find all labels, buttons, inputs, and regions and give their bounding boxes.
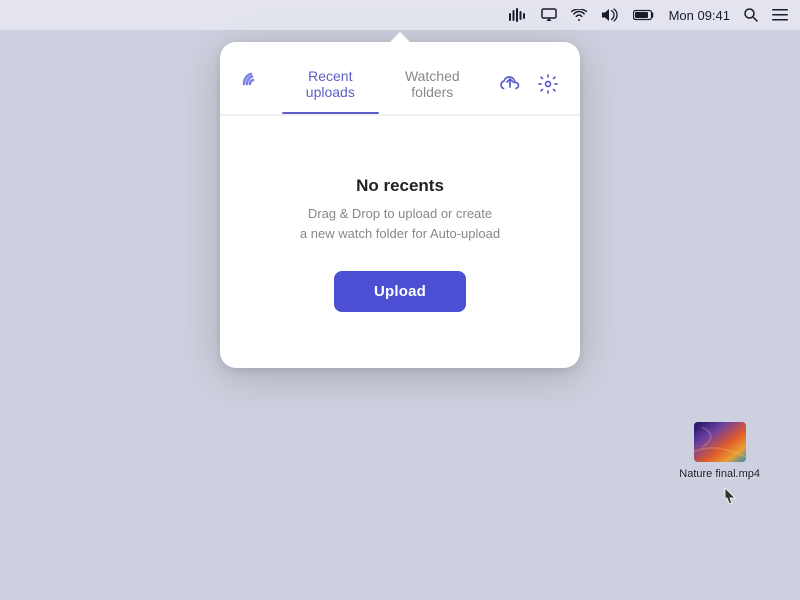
search-icon[interactable] [744,8,758,22]
popup-header: Recent uploads Watched folders [220,42,580,106]
volume-icon [601,8,619,22]
no-recents-description: Drag & Drop to upload or create a new wa… [300,204,500,243]
file-thumbnail [694,422,746,462]
menubar: Mon 09:41 [0,0,800,30]
menu-icon[interactable] [772,9,788,21]
file-label: Nature final.mp4 [679,468,760,480]
battery-icon [633,9,655,21]
menubar-time: Mon 09:41 [669,8,730,23]
app-logo-icon [240,71,266,97]
popup-panel: Recent uploads Watched folders No recent… [220,42,580,368]
upload-cloud-button[interactable] [498,73,522,95]
settings-button[interactable] [536,72,560,96]
header-actions [498,72,560,96]
tabs-container: Recent uploads Watched folders [282,62,482,106]
desktop-file[interactable]: Nature final.mp4 [679,422,760,480]
sound-waves-icon [509,7,527,23]
tab-watched-folders[interactable]: Watched folders [383,62,482,106]
upload-button[interactable]: Upload [334,271,466,312]
airplay-icon [541,8,557,22]
tab-recent-uploads[interactable]: Recent uploads [282,62,379,106]
popup-content: No recents Drag & Drop to upload or crea… [220,116,580,336]
wifi-icon [571,9,587,21]
menubar-icons: Mon 09:41 [509,7,788,23]
cursor [724,487,736,505]
no-recents-title: No recents [356,176,444,196]
